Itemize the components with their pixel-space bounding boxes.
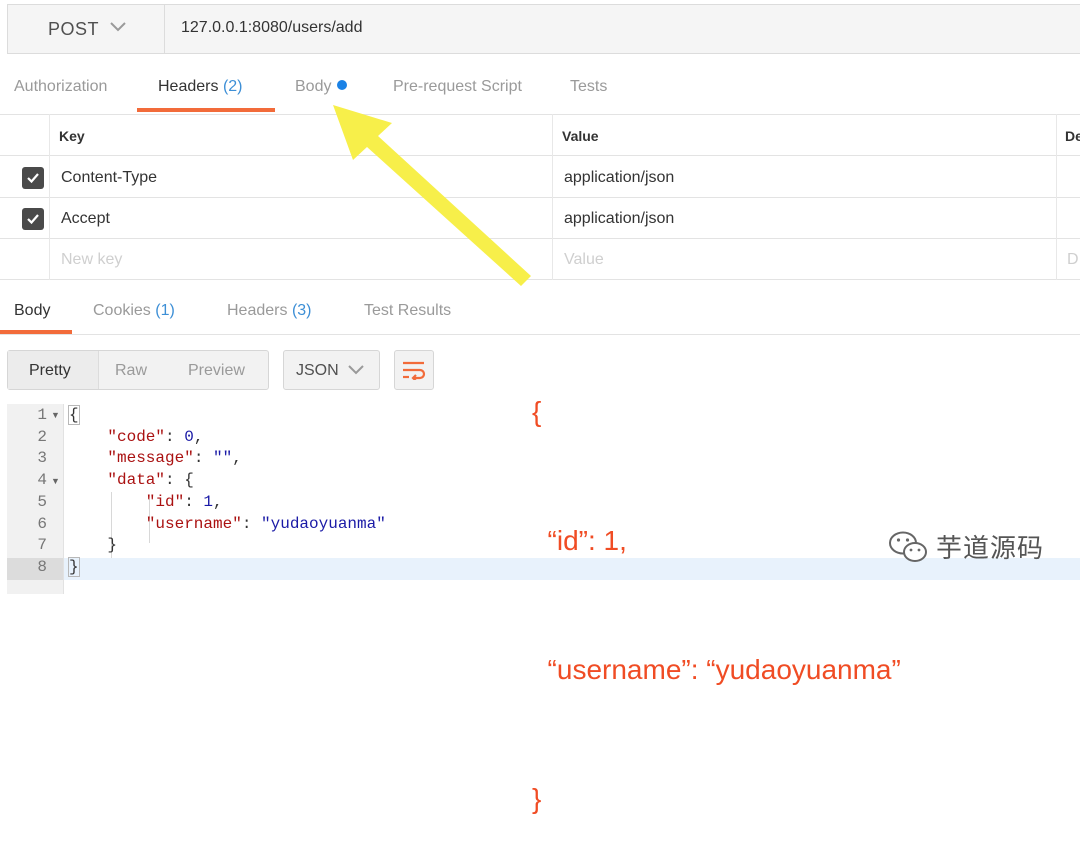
annotation-line: “username”: “yudaoyuanma” — [532, 654, 901, 685]
watermark-text: 芋道源码 — [936, 533, 1045, 563]
wechat-icon — [889, 531, 927, 562]
annotation-line: } — [532, 783, 542, 814]
annotation-text: { “id”: 1, “username”: “yudaoyuanma” } — [532, 304, 901, 863]
annotation-line: { — [532, 396, 542, 427]
watermark: 芋道源码 — [888, 528, 1044, 565]
annotation-line: “id”: 1, — [532, 525, 627, 556]
